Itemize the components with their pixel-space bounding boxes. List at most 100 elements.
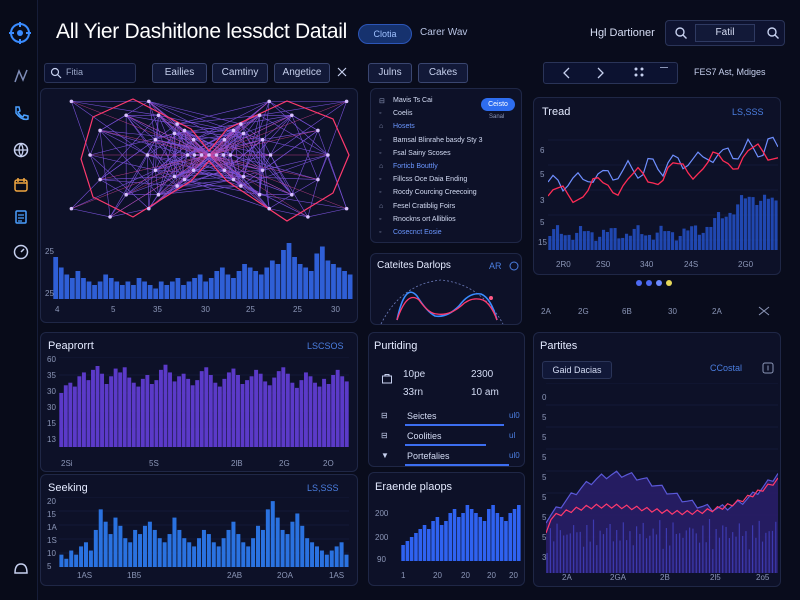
- trend-meta: LS,SSS: [732, 107, 764, 117]
- list-item[interactable]: Fillcss Oce Daia Ending: [393, 176, 467, 183]
- list-item[interactable]: Cosecnct Eosie: [393, 229, 442, 236]
- gauge-icon[interactable]: [11, 242, 31, 262]
- particles-bar: [609, 523, 611, 573]
- analytics-icon[interactable]: [11, 66, 31, 86]
- list-item[interactable]: Forticb Bouttly: [393, 163, 438, 170]
- particles-bar: [596, 545, 598, 573]
- perf-bar: [163, 364, 168, 447]
- next-arrow-icon[interactable]: [595, 67, 605, 79]
- particles-bar: [755, 537, 757, 573]
- particles-bar: [708, 519, 711, 573]
- list-bullet-icon: ⊟: [379, 98, 385, 105]
- network-edge: [99, 101, 149, 131]
- perf-bar: [222, 378, 227, 447]
- network-edge: [109, 194, 127, 218]
- expand-icon[interactable]: [336, 66, 348, 78]
- network-hist-bar: [325, 260, 331, 299]
- network-hist-bar: [208, 278, 214, 299]
- pricing-bar: [418, 529, 423, 561]
- particles-bar: [768, 531, 770, 573]
- prev-arrow-icon[interactable]: [562, 67, 572, 79]
- list-item[interactable]: Coelis: [393, 110, 412, 117]
- pricing-bar: [431, 521, 435, 561]
- particles-bar: [745, 531, 747, 573]
- filter-button-1[interactable]: Eailies: [152, 63, 207, 83]
- seeking-panel: Seeking LS,SSS 20 15 1A 1S 10 5 1AS 1B5 2AB 2…: [40, 474, 358, 586]
- list-bullet-icon: ◦: [379, 110, 382, 118]
- mid-button-1[interactable]: Julns: [368, 63, 412, 83]
- perf-y-tick: 60: [47, 355, 56, 364]
- pricing-bar-chart: [401, 505, 521, 561]
- app-logo-icon[interactable]: [9, 22, 31, 44]
- particles-bar: [569, 533, 571, 573]
- net-x-tick: 30: [331, 305, 340, 314]
- list-item[interactable]: Fesel Cratiblig Foirs: [393, 203, 455, 210]
- trend-legend-dots: [636, 280, 696, 290]
- seek-bar: [172, 517, 177, 567]
- header-field-button[interactable]: Fatil: [695, 24, 755, 42]
- trend-bar: [655, 232, 659, 250]
- network-hist-bar: [53, 257, 59, 299]
- particles-bar: [735, 536, 737, 573]
- perf-bar: [267, 385, 272, 447]
- perf-bar: [313, 382, 317, 447]
- network-node: [108, 215, 112, 219]
- parting-row-value: ul0: [509, 451, 520, 460]
- document-icon[interactable]: [11, 207, 31, 227]
- perf-x-tick: 2O: [323, 459, 334, 468]
- particles-tab-right[interactable]: CCostal: [710, 363, 742, 373]
- perf-bar: [326, 384, 331, 447]
- parting-row-label: Seictes: [407, 411, 437, 421]
- network-hist-bar: [342, 271, 347, 299]
- list-item[interactable]: Rocdy Courcing Creecoing: [393, 189, 477, 196]
- network-node: [191, 137, 196, 142]
- particles-bar: [549, 528, 552, 573]
- particles-tab-left[interactable]: Gaid Dacias: [542, 361, 612, 379]
- trend-x-tick-2: 2A: [712, 307, 722, 316]
- seek-y-tick: 5: [47, 562, 52, 571]
- globe-icon[interactable]: [11, 140, 31, 160]
- particles-bar: [546, 553, 548, 573]
- list-item[interactable]: Mavis Ts Cai: [393, 97, 433, 104]
- perf-y-tick: 30: [47, 387, 56, 396]
- header-search-icon[interactable]: [674, 26, 688, 40]
- particles-bar: [715, 529, 717, 573]
- network-graph: [69, 98, 350, 222]
- grid-view-icon[interactable]: [633, 66, 645, 78]
- list-status-badge[interactable]: Ceisto: [481, 98, 515, 111]
- network-hist-bar: [253, 271, 259, 299]
- pricing-bar: [435, 517, 440, 561]
- view-pill-other[interactable]: Carer Wav: [420, 27, 467, 38]
- perf-bar: [186, 378, 191, 447]
- phone-icon[interactable]: [11, 104, 31, 124]
- network-node: [231, 128, 236, 133]
- perf-bar: [204, 367, 209, 447]
- view-pill-active[interactable]: Clotia: [358, 24, 412, 44]
- network-edge: [71, 208, 111, 218]
- particles-bar: [679, 533, 681, 573]
- curves-info-icon[interactable]: [509, 261, 519, 271]
- list-bullet-icon: ◦: [379, 189, 382, 197]
- part-y-tick: 5: [542, 473, 547, 482]
- list-item[interactable]: Rnockns ort Alliblios: [393, 216, 456, 223]
- calendar-icon[interactable]: [11, 175, 31, 195]
- filter-button-3[interactable]: Angetice: [274, 63, 330, 83]
- network-node: [260, 168, 265, 173]
- network-edge: [89, 130, 101, 156]
- list-item[interactable]: Fsal Sainy Scoses: [393, 150, 451, 157]
- filter-button-2[interactable]: Camtiny: [212, 63, 268, 83]
- header-search-icon-2[interactable]: [766, 26, 780, 40]
- trend-bar: [762, 194, 767, 250]
- seek-bar: [246, 546, 251, 567]
- perf-y-tick: 30: [47, 403, 56, 412]
- particles-settings-icon[interactable]: [762, 362, 774, 374]
- price-y-tick: 90: [377, 555, 386, 564]
- trend-close-icon[interactable]: [758, 306, 770, 316]
- trend-bar: [736, 204, 740, 250]
- home-icon[interactable]: [11, 558, 31, 578]
- trend-bar: [613, 228, 617, 250]
- mid-button-2[interactable]: Cakes: [418, 63, 468, 83]
- list-item[interactable]: Bamsal Blinrahe basdy Sty 3: [393, 137, 483, 144]
- list-item[interactable]: Hosets: [393, 123, 415, 130]
- particles-bar: [612, 541, 614, 573]
